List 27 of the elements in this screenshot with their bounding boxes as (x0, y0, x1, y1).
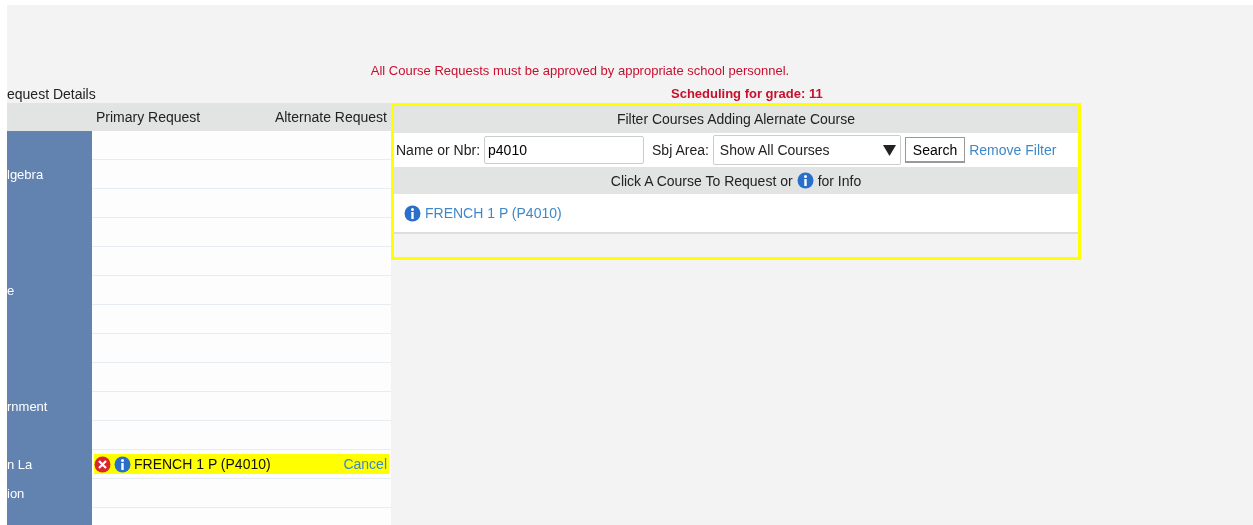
column-header: Primary Request (95, 109, 202, 125)
panel-title: Filter Courses Adding Alernate Course (394, 106, 1078, 133)
subject-dropdown[interactable]: Show All Courses (712, 135, 901, 165)
course-label: rnment (7, 392, 92, 421)
cancel-link[interactable]: Cancel (343, 456, 389, 472)
column-header: Alternate Request (273, 109, 388, 125)
approval-notice: All Course Requests must be approved by appropriate school personnel. (369, 62, 791, 80)
name-field[interactable]: p4010 (484, 136, 645, 164)
course-label: ion (7, 479, 92, 508)
course-label: lgebra (7, 160, 92, 189)
search-button[interactable]: Search (904, 137, 966, 163)
subject-label: Sbj Area: (652, 142, 709, 158)
remove-filter-link[interactable]: Remove Filter (969, 142, 1057, 158)
hint-text: Click A Course To Request or (610, 172, 793, 189)
course-name: FRENCH 1 P (P4010) (134, 456, 271, 472)
info-icon[interactable] (796, 172, 814, 189)
grade-note: Scheduling for grade: 11 (671, 85, 823, 103)
course-label: n La (7, 450, 92, 479)
course-link[interactable]: FRENCH 1 P (P4010) (425, 205, 562, 221)
caret-icon (882, 144, 896, 156)
name-label: Name or Nbr: (396, 142, 481, 158)
info-icon[interactable] (404, 204, 421, 222)
section-title: equest Details (7, 85, 97, 103)
remove-icon[interactable] (94, 455, 111, 473)
hint-text: for Info (817, 172, 862, 189)
course-label: e (7, 276, 92, 305)
info-icon[interactable] (114, 455, 131, 473)
